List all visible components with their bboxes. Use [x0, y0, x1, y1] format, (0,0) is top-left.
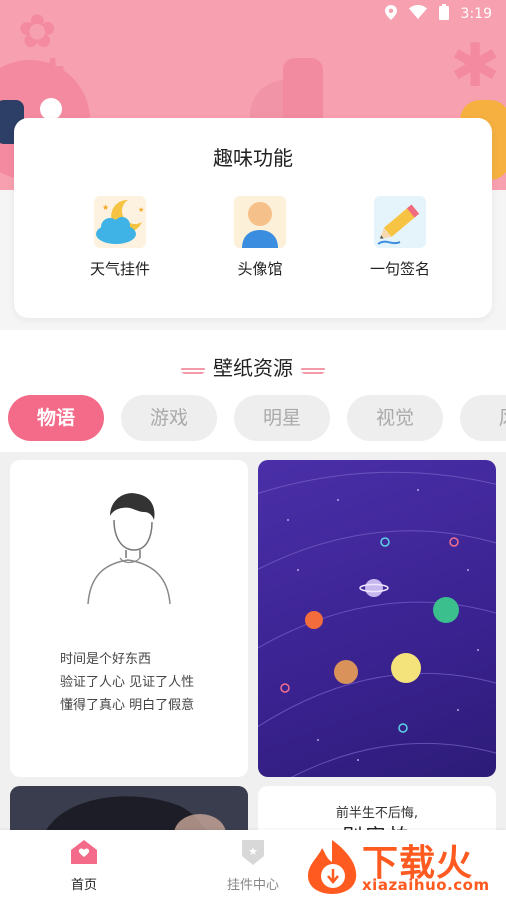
nav-home[interactable]: 首页: [34, 838, 134, 893]
avatar-person-icon: [230, 194, 290, 250]
wallpaper-section-title: 壁纸资源: [0, 352, 506, 381]
fun-item-label: 头像馆: [237, 260, 283, 278]
title-decoration: [301, 365, 325, 374]
nav-label: 首页: [70, 878, 97, 893]
wallpaper-text-line: 前半生不后悔,: [335, 806, 419, 821]
fun-item-label: 一句签名: [369, 260, 430, 278]
svg-text:★: ★: [138, 206, 144, 214]
wallpaper-card[interactable]: 时间是个好东西 验证了人心 见证了人性 懂得了真心 明白了假意: [10, 460, 248, 777]
tab-celebrities[interactable]: 明星: [234, 395, 330, 441]
location-icon: [384, 4, 397, 24]
flame-logo-icon: [308, 840, 357, 894]
pencil-signature-icon: [370, 194, 430, 250]
tab-games[interactable]: 游戏: [121, 395, 217, 441]
fun-features-card: 趣味功能 ★ ★ 天气挂件 头像馆 一句签名: [14, 118, 492, 318]
fun-features-title: 趣味功能: [213, 146, 293, 170]
watermark-url: xiazaihuo.com: [362, 876, 490, 894]
status-bar: 3:19: [0, 0, 506, 28]
home-icon: [71, 840, 97, 864]
tab-visual[interactable]: 视觉: [347, 395, 443, 441]
wallpaper-card[interactable]: [258, 460, 496, 777]
fun-item-avatar-gallery[interactable]: 头像馆: [200, 194, 320, 279]
svg-text:★: ★: [102, 203, 109, 212]
fun-item-label: 天气挂件: [89, 260, 150, 278]
status-time: 3:19: [460, 6, 492, 22]
boy-sketch-illustration: [87, 493, 171, 605]
category-tabs: 物语游戏明星视觉风: [8, 395, 506, 441]
fun-item-signature[interactable]: 一句签名: [340, 194, 460, 279]
title-decoration: [181, 365, 205, 374]
nav-widget-center[interactable]: ★ 挂件中心: [203, 838, 303, 893]
wifi-icon: [408, 5, 427, 23]
nav-label: 挂件中心: [226, 878, 279, 893]
weather-moon-cloud-icon: ★ ★: [90, 194, 150, 250]
wallpaper-quote: 时间是个好东西 验证了人心 见证了人性 懂得了真心 明白了假意: [60, 652, 195, 713]
watermark-logo: 下载火 xiazaihuo.com: [300, 832, 506, 900]
battery-icon: [438, 4, 449, 24]
fun-item-weather-widget[interactable]: ★ ★ 天气挂件: [60, 194, 180, 279]
planets-illustration: [258, 471, 496, 777]
tab-stories[interactable]: 物语: [8, 395, 104, 441]
tab-scenery[interactable]: 风: [460, 395, 506, 441]
svg-text:★: ★: [248, 845, 258, 858]
widget-shield-icon: ★: [242, 840, 264, 865]
